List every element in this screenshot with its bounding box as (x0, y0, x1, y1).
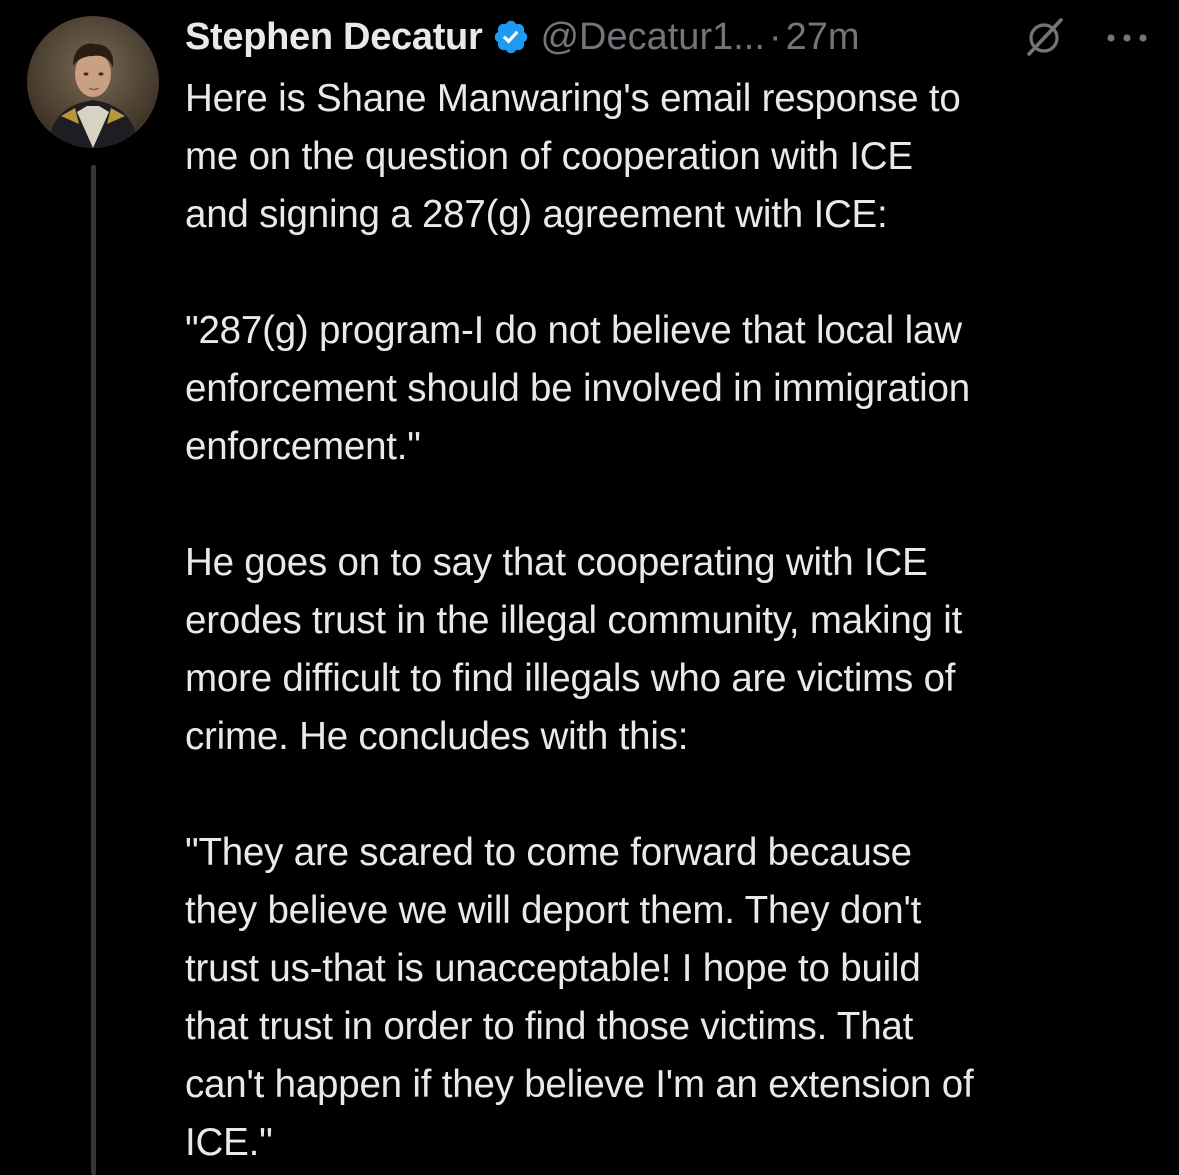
text-line: enforcement." (185, 425, 421, 468)
tweet-paragraph-3: He goes on to say that cooperating with … (185, 534, 1155, 766)
verified-badge-icon[interactable] (492, 18, 530, 56)
thread-connector-line (91, 165, 96, 1175)
text-line: that trust in order to find those victim… (185, 1005, 914, 1048)
tweet-header: Stephen Decatur @Decatur1... · 27m (185, 10, 1165, 64)
text-line: Here is Shane Manwaring's email response… (185, 77, 961, 120)
header-separator: · (768, 15, 782, 58)
text-line: crime. He concludes with this: (185, 715, 689, 758)
grok-icon[interactable] (1023, 16, 1065, 58)
tweet-paragraph-4: "They are scared to come forward because… (185, 824, 1155, 1172)
author-display-name[interactable]: Stephen Decatur (185, 16, 483, 59)
text-line: they believe we will deport them. They d… (185, 889, 922, 932)
tweet-paragraph-1: Here is Shane Manwaring's email response… (185, 70, 1155, 244)
author-handle[interactable]: @Decatur1... (540, 16, 764, 59)
text-line: ICE." (185, 1121, 273, 1164)
text-line: me on the question of cooperation with I… (185, 135, 913, 178)
avatar[interactable] (27, 16, 159, 148)
text-line: and signing a 287(g) agreement with ICE: (185, 193, 888, 236)
portrait-avatar-image (27, 16, 159, 148)
text-line: "287(g) program-I do not believe that lo… (185, 309, 962, 352)
text-line: "They are scared to come forward because (185, 831, 912, 874)
text-line: erodes trust in the illegal community, m… (185, 599, 963, 642)
tweet-paragraph-2: "287(g) program-I do not believe that lo… (185, 302, 1155, 476)
text-line: He goes on to say that cooperating with … (185, 541, 928, 584)
tweet-text: Here is Shane Manwaring's email response… (185, 70, 1155, 1172)
text-line: can't happen if they believe I'm an exte… (185, 1063, 974, 1106)
tweet-timestamp[interactable]: 27m (786, 16, 860, 59)
text-line: enforcement should be involved in immigr… (185, 367, 970, 410)
text-line: trust us-that is unacceptable! I hope to… (185, 947, 921, 990)
text-line: more difficult to find illegals who are … (185, 657, 956, 700)
more-options-icon[interactable] (1101, 18, 1155, 56)
